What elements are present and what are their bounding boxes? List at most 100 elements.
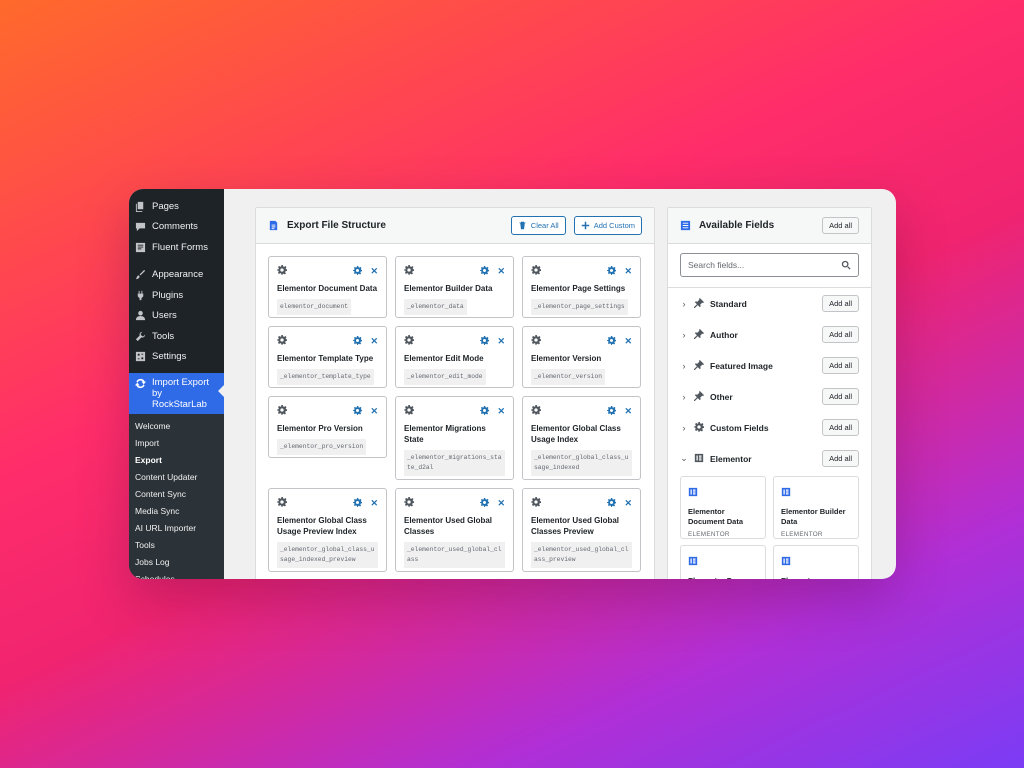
close-icon[interactable]: ✕ [497,266,505,276]
submenu-tools[interactable]: Tools [129,537,224,554]
settings-cog-icon[interactable] [607,332,617,350]
group-add-all-button[interactable]: Add all [822,295,859,312]
sidebar-item-comments[interactable]: Comments [129,217,224,238]
gear-icon[interactable] [531,262,541,280]
pin-icon [694,388,704,406]
field-card-title: Elementor Used Global Classes [404,516,493,536]
group-add-all-button[interactable]: Add all [822,450,859,467]
field-group-elementor[interactable]: ⌄ Elementor Add all [668,443,871,474]
group-add-all-button[interactable]: Add all [822,419,859,436]
close-icon[interactable]: ✕ [497,406,505,416]
gear-icon[interactable] [531,402,541,420]
sidebar-item-users[interactable]: Users [129,306,224,327]
sidebar-item-settings[interactable]: Settings [129,347,224,368]
close-icon[interactable]: ✕ [497,498,505,508]
group-add-all-button[interactable]: Add all [822,357,859,374]
settings-cog-icon[interactable] [480,262,490,280]
gear-icon[interactable] [404,494,414,512]
close-icon[interactable]: ✕ [497,336,505,346]
submenu-content-updater[interactable]: Content Updater [129,469,224,486]
sidebar-item-fluent-forms[interactable]: Fluent Forms [129,237,224,258]
submenu-export[interactable]: Export [129,452,224,469]
gear-icon[interactable] [404,262,414,280]
sidebar-item-pages[interactable]: Pages [129,196,224,217]
sidebar-item-plugins[interactable]: Plugins [129,285,224,306]
search-icon [841,260,851,270]
gear-icon[interactable] [277,494,287,512]
settings-cog-icon[interactable] [607,402,617,420]
chevron-right-icon[interactable]: › [680,299,688,309]
close-icon[interactable]: ✕ [624,266,632,276]
close-icon[interactable]: ✕ [370,406,378,416]
submenu-content-sync[interactable]: Content Sync [129,486,224,503]
settings-cog-icon[interactable] [353,332,363,350]
close-icon[interactable]: ✕ [624,336,632,346]
settings-cog-icon[interactable] [480,402,490,420]
chevron-right-icon[interactable]: › [680,361,688,371]
field-card[interactable]: ✕ Elementor Edit Mode _elementor_edit_mode [395,326,514,388]
chevron-down-icon[interactable]: ⌄ [680,453,688,464]
paintbrush-icon [135,269,146,280]
close-icon[interactable]: ✕ [370,266,378,276]
submenu-schedules[interactable]: Schedules [129,571,224,579]
button-label: Add Custom [593,221,635,230]
gear-icon[interactable] [404,402,414,420]
submenu-media-sync[interactable]: Media Sync [129,503,224,520]
add-custom-button[interactable]: Add Custom [573,216,642,235]
gear-icon[interactable] [277,332,287,350]
submenu-welcome[interactable]: Welcome [129,418,224,435]
field-card[interactable]: ✕ Elementor Template Type _elementor_templ… [268,326,387,388]
gear-icon[interactable] [277,402,287,420]
settings-cog-icon[interactable] [607,494,617,512]
field-card[interactable]: ✕ Elementor Used Global Classes _elementor… [395,488,514,572]
field-card[interactable]: ✕ Elementor Page Settings _elementor_page_… [522,256,641,318]
gear-icon[interactable] [277,262,287,280]
available-field-card[interactable]: Elementor Page [680,545,766,579]
settings-cog-icon[interactable] [353,262,363,280]
field-card[interactable]: ✕ Elementor Pro Version _elementor_pro_ver… [268,396,387,458]
chevron-right-icon[interactable]: › [680,423,688,433]
settings-cog-icon[interactable] [480,494,490,512]
field-card[interactable]: ✕ Elementor Version _elementor_version [522,326,641,388]
submenu-jobs-log[interactable]: Jobs Log [129,554,224,571]
available-fields-header: Available Fields Add all [668,208,871,244]
available-field-card[interactable]: Elementor Document Data ELEMENTOR [680,476,766,539]
search-fields-input[interactable] [688,260,841,270]
settings-cog-icon[interactable] [480,332,490,350]
field-card[interactable]: ✕ Elementor Global Class Usage Preview In… [268,488,387,572]
submenu-import[interactable]: Import [129,435,224,452]
gear-icon[interactable] [404,332,414,350]
available-field-card[interactable]: Elementor Builder Data ELEMENTOR [773,476,859,539]
sidebar-item-import-export[interactable]: Import Export by RockStarLab [129,373,224,414]
field-card[interactable]: ✕ Elementor Document Data elementor_docume… [268,256,387,318]
sidebar-item-tools[interactable]: Tools [129,326,224,347]
gear-icon[interactable] [531,332,541,350]
close-icon[interactable]: ✕ [370,498,378,508]
field-group-standard[interactable]: › Standard Add all [668,288,871,319]
submenu-ai-url-importer[interactable]: AI URL Importer [129,520,224,537]
settings-cog-icon[interactable] [353,494,363,512]
field-card[interactable]: ✕ Elementor Global Class Usage Index _elem… [522,396,641,480]
sidebar-item-appearance[interactable]: Appearance [129,265,224,286]
group-add-all-button[interactable]: Add all [822,388,859,405]
add-all-button[interactable]: Add all [822,217,859,234]
field-card[interactable]: ✕ Elementor Migrations State _elementor_mi… [395,396,514,480]
elementor-icon [781,484,851,502]
field-group-featured-image[interactable]: › Featured Image Add all [668,350,871,381]
chevron-right-icon[interactable]: › [680,330,688,340]
gear-icon[interactable] [531,494,541,512]
clear-all-button[interactable]: Clear All [510,216,566,235]
close-icon[interactable]: ✕ [370,336,378,346]
field-group-other[interactable]: › Other Add all [668,381,871,412]
close-icon[interactable]: ✕ [624,406,632,416]
settings-cog-icon[interactable] [607,262,617,280]
field-group-custom-fields[interactable]: › Custom Fields Add all [668,412,871,443]
group-add-all-button[interactable]: Add all [822,326,859,343]
field-card[interactable]: ✕ Elementor Builder Data _elementor_data [395,256,514,318]
available-field-card[interactable]: Elementor [773,545,859,579]
settings-cog-icon[interactable] [353,402,363,420]
field-card[interactable]: ✕ Elementor Used Global Classes Preview _e… [522,488,641,572]
field-group-author[interactable]: › Author Add all [668,319,871,350]
chevron-right-icon[interactable]: › [680,392,688,402]
close-icon[interactable]: ✕ [624,498,632,508]
